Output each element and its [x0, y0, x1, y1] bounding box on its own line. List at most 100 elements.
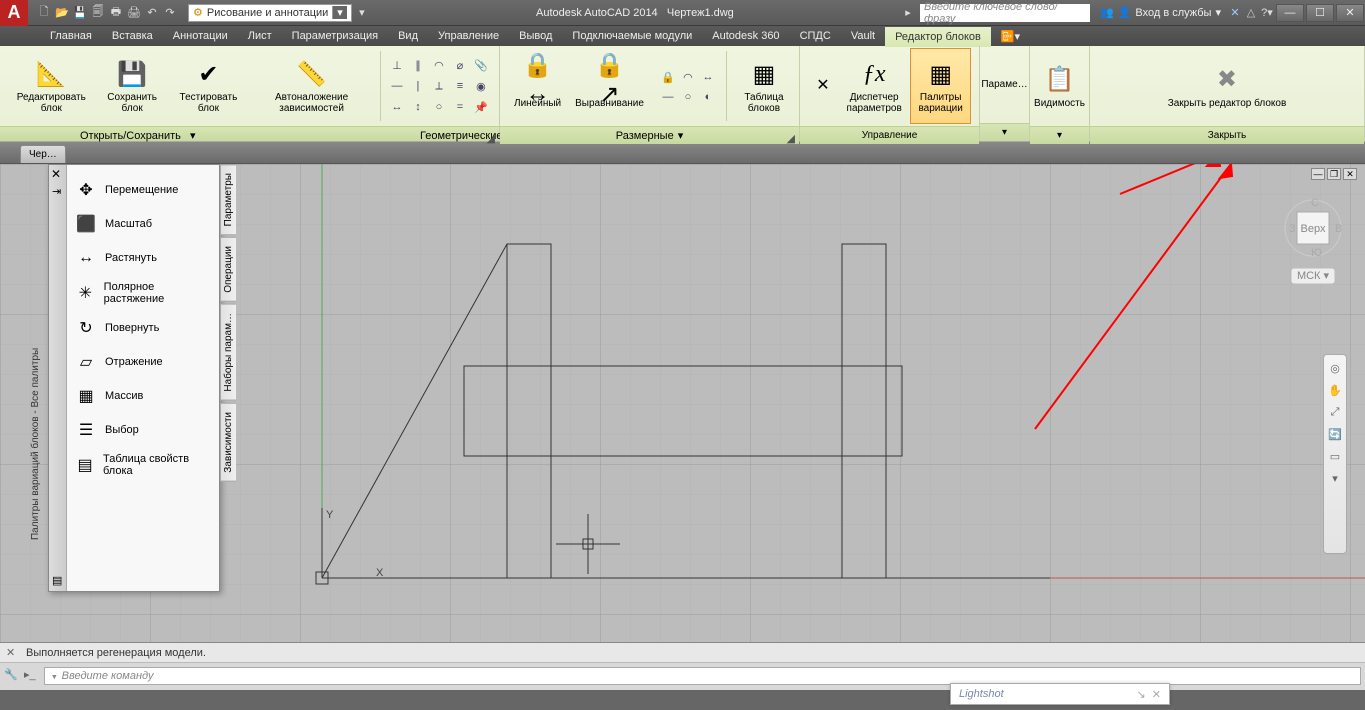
save-icon[interactable]: 💾 [72, 5, 88, 21]
palette-item-label: Растянуть [105, 252, 157, 264]
menu-Редактор блоков[interactable]: Редактор блоков [885, 27, 991, 47]
palette-item-icon: ▦ [75, 385, 97, 407]
delete-constraint-button[interactable]: ✕ [808, 48, 838, 124]
palette-item-0[interactable]: ✥Перемещение [71, 173, 215, 207]
palette-grip[interactable]: ✕ ⇥ ▤ [49, 165, 67, 591]
palette-item-1[interactable]: ⬛Масштаб [71, 207, 215, 241]
print-icon[interactable]: 🖶 [108, 5, 124, 21]
showmotion-icon[interactable]: ▭ [1326, 447, 1344, 465]
saveas-icon[interactable]: 🗐 [90, 5, 106, 21]
palette-item-3[interactable]: ✳Полярное растяжение [71, 275, 215, 311]
menu-overflow[interactable]: 📴▾ [991, 26, 1030, 46]
doc-tab[interactable]: Чер… [20, 145, 66, 163]
palette-item-icon: ▱ [75, 351, 97, 373]
mdi-buttons: — ❐ ✕ [1311, 168, 1357, 180]
help-icon[interactable]: ?▾ [1259, 5, 1275, 21]
menu-Вывод[interactable]: Вывод [509, 26, 562, 46]
close-block-editor-button[interactable]: ✖Закрыть редактор блоков [1162, 48, 1293, 124]
exchange-icon[interactable]: ✕ [1227, 5, 1243, 21]
navigation-bar: ◎ ✋ ⤢ 🔄 ▭ ▾ [1323, 354, 1347, 554]
drawing-area[interactable]: Y X Палитры вариаций блоков - Все палитр… [0, 164, 1365, 642]
palette-close-icon[interactable]: ✕ [51, 167, 63, 179]
mdi-minimize[interactable]: — [1311, 168, 1325, 180]
new-icon[interactable]: 🗋 [36, 5, 52, 21]
palette-item-label: Массив [105, 390, 143, 402]
lightshot-min-icon[interactable]: ↘ [1136, 689, 1145, 701]
qat-dropdown[interactable]: ▾ [354, 5, 370, 21]
palette-item-icon: ☰ [75, 419, 97, 441]
palette-item-4[interactable]: ↻Повернуть [71, 311, 215, 345]
test-block-button[interactable]: ✔Тестировать блок [170, 48, 248, 124]
lightshot-bar[interactable]: Lightshot ↘ ✕ [950, 683, 1170, 705]
menu-Вставка[interactable]: Вставка [102, 26, 163, 46]
palette-tab-0[interactable]: Параметры [220, 164, 236, 235]
menu-СПДС[interactable]: СПДС [790, 26, 841, 46]
pin-icon[interactable]: ⇥ [52, 185, 61, 198]
block-table-button[interactable]: ▦Таблица блоков [737, 48, 791, 124]
palette-item-label: Таблица свойств блока [103, 453, 211, 477]
menu-Вид[interactable]: Вид [388, 26, 428, 46]
menu-Главная[interactable]: Главная [40, 26, 102, 46]
palette-tab-2[interactable]: Наборы парам… [220, 304, 236, 401]
plot-icon[interactable]: 🖨 [126, 5, 142, 21]
panel-open-save: 📐Редактировать блок 💾Сохранить блок ✔Тес… [0, 46, 500, 141]
linear-button[interactable]: 🔒↔Линейный [508, 48, 567, 124]
menu-Подключаемые модули[interactable]: Подключаемые модули [562, 26, 702, 46]
parameters-manager-button[interactable]: ƒxДиспетчер параметров [840, 48, 908, 124]
palette-item-icon: ✳ [75, 282, 96, 304]
view-cube[interactable]: Верх ЗВ СЮ МСК ▾ [1283, 194, 1343, 294]
palette-tabs: Параметры Операции Наборы парам… Зависимост… [220, 164, 242, 483]
document-tabs: Чер… [0, 142, 1365, 164]
menu-Управление[interactable]: Управление [428, 26, 509, 46]
title-chevron[interactable]: ▸ [900, 5, 916, 21]
authoring-palettes-button[interactable]: ▦Палитры вариации [910, 48, 971, 124]
palette-item-8[interactable]: ▤ Таблица свойств блока [71, 447, 215, 483]
panel-close: ✖Закрыть редактор блоков Закрыть [1090, 46, 1365, 141]
menu-Параметризация[interactable]: Параметризация [282, 26, 388, 46]
palette-item-icon: ↔ [75, 247, 97, 269]
palette-item-6[interactable]: ▦ Массив [71, 379, 215, 413]
constraint-icon[interactable]: ⊥ [387, 55, 407, 75]
visibility-button[interactable]: 📋Видимость [1028, 48, 1091, 124]
geometric-grid: ⊥∥◠⌀📎 —|⟂≡◉ ↔↕○=📌 [387, 55, 491, 117]
auto-constrain-button[interactable]: 📏Автоналожение зависимостей [249, 48, 374, 124]
save-block-button[interactable]: 💾Сохранить блок [97, 48, 168, 124]
edit-block-button[interactable]: 📐Редактировать блок [8, 48, 95, 124]
wrench-icon[interactable]: 🔧 [4, 668, 20, 684]
pan-icon[interactable]: ✋ [1326, 381, 1344, 399]
orbit-icon[interactable]: 🔄 [1326, 425, 1344, 443]
chevron-down-icon[interactable]: ▾ [332, 6, 347, 19]
workspace-selector[interactable]: ⚙ Рисование и аннотации ▾ [188, 4, 352, 22]
menu-Лист[interactable]: Лист [238, 26, 282, 46]
maximize-button[interactable]: ☐ [1306, 4, 1334, 22]
mdi-close[interactable]: ✕ [1343, 168, 1357, 180]
triangle-icon[interactable]: △ [1243, 5, 1259, 21]
app-logo[interactable]: A [0, 0, 28, 26]
zoom-extents-icon[interactable]: ⤢ [1326, 403, 1344, 421]
mdi-restore[interactable]: ❐ [1327, 168, 1341, 180]
menu-icon[interactable]: ▤ [52, 574, 62, 587]
login-button[interactable]: 👥 👤 Вход в службы ▾ [1094, 4, 1227, 22]
palette-item-7[interactable]: ☰Выбор [71, 413, 215, 447]
menu-Аннотации[interactable]: Аннотации [163, 26, 238, 46]
palette-item-2[interactable]: ↔ Растянуть [71, 241, 215, 275]
palette-item-icon: ▤ [75, 454, 95, 476]
steering-wheel-icon[interactable]: ◎ [1326, 359, 1344, 377]
panel-visibility: 📋Видимость ▾ [1030, 46, 1090, 141]
align-button[interactable]: 🔒↗Выравнивание [569, 48, 650, 124]
undo-icon[interactable]: ↶ [144, 5, 160, 21]
palette-item-5[interactable]: ▱Отражение [71, 345, 215, 379]
menu-Vault[interactable]: Vault [841, 26, 885, 46]
redo-icon[interactable]: ↷ [162, 5, 178, 21]
minimize-button[interactable]: — [1276, 4, 1304, 22]
lightshot-close-icon[interactable]: ✕ [1152, 689, 1161, 701]
cmd-close-icon[interactable]: ✕ [6, 646, 15, 659]
palette-tab-3[interactable]: Зависимости [220, 403, 236, 482]
open-icon[interactable]: 📂 [54, 5, 70, 21]
menu-Autodesk 360[interactable]: Autodesk 360 [702, 26, 789, 46]
palette-item-icon: ✥ [75, 179, 97, 201]
palette-item-label: Масштаб [105, 218, 152, 230]
palette-tab-1[interactable]: Операции [220, 237, 236, 302]
close-button[interactable]: ✕ [1336, 4, 1364, 22]
search-input[interactable]: Введите ключевое слово/фразу [920, 4, 1090, 22]
